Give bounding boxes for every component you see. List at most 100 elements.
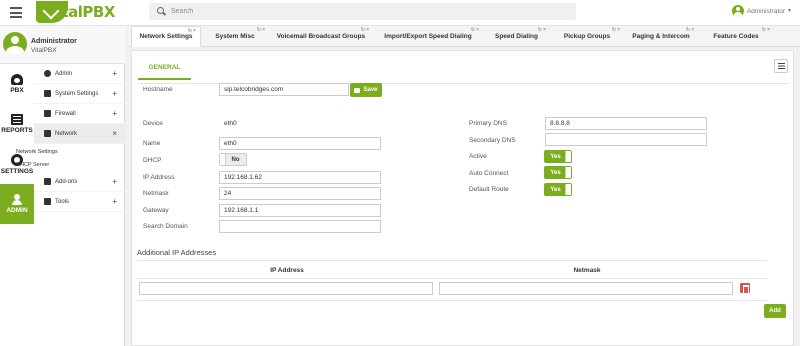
rail-item-pbx[interactable]: PBX: [0, 64, 34, 104]
submenu-child-network-settings[interactable]: Network Settings: [8, 145, 125, 158]
rail-item-reports[interactable]: REPORTS: [0, 104, 34, 144]
secondary-dns-input[interactable]: [545, 133, 707, 146]
user-name: Administrator: [746, 7, 786, 15]
additional-ip-input[interactable]: [139, 282, 433, 295]
active-toggle[interactable]: Yes: [544, 150, 572, 163]
submenu-item-system-settings[interactable]: System Settings +: [34, 84, 125, 104]
rail-label: ADMIN: [6, 207, 28, 214]
briefcase-icon: [44, 198, 51, 205]
hostname-label: Hostname: [143, 86, 173, 93]
tab-import-export-speed-dialing[interactable]: Import/Export Speed Dialing ↻×: [373, 26, 483, 47]
tab-voicemail-broadcast-groups[interactable]: Voicemail Broadcast Groups ↻×: [269, 26, 373, 47]
auto-connect-toggle[interactable]: Yes: [544, 166, 572, 179]
expand-icon: +: [112, 69, 117, 78]
save-label: Save: [363, 87, 378, 93]
puzzle-icon: [44, 178, 51, 185]
column-header-ip-address: IP Address: [270, 267, 304, 274]
collapse-icon[interactable]: ×: [112, 129, 117, 138]
submenu-label: Tools: [55, 198, 70, 205]
brand-logo[interactable]: VitalPBX: [36, 0, 115, 24]
lock-icon: [44, 110, 51, 117]
menu-icon[interactable]: [10, 7, 22, 18]
submenu-label: Firewall: [55, 110, 76, 117]
tab-close-icon[interactable]: ↻×: [612, 27, 621, 33]
tab-label: Import/Export Speed Dialing: [384, 33, 472, 40]
rail-label: PBX: [10, 87, 24, 94]
search-domain-input[interactable]: [219, 220, 381, 233]
rail-item-admin[interactable]: ADMIN: [0, 184, 34, 224]
divider: [137, 260, 767, 261]
network-icon: [44, 130, 51, 137]
sidebar: Administrator VitalPBX PBX REPORTS SETTI…: [0, 26, 125, 346]
expand-icon: +: [112, 109, 117, 118]
list-icon[interactable]: [774, 59, 788, 73]
save-button[interactable]: Save: [350, 83, 382, 97]
default-route-toggle[interactable]: Yes: [544, 183, 572, 196]
hostname-input[interactable]: [219, 83, 349, 96]
module-rail: PBX REPORTS SETTINGS ADMIN: [0, 64, 34, 224]
name-input[interactable]: [219, 137, 381, 150]
submenu-item-network[interactable]: Network ×: [34, 124, 125, 144]
search-bar: [149, 3, 576, 20]
submenu-item-add-ons[interactable]: Add-ons +: [34, 172, 125, 192]
device-value: eth0: [224, 120, 237, 127]
active-toggle-label: Yes: [550, 153, 561, 160]
tab-network-settings[interactable]: Network Settings ↻×: [131, 26, 201, 47]
active-label: Active: [469, 153, 487, 160]
search-input[interactable]: [171, 5, 561, 18]
tab-label: Speed Dialing: [495, 33, 538, 40]
tab-close-icon[interactable]: ↻×: [686, 27, 695, 33]
tab-system-misc[interactable]: System Misc ↻×: [201, 26, 269, 47]
auto-connect-label: Auto Connect: [469, 170, 509, 177]
trash-icon[interactable]: [740, 283, 750, 294]
monitor-icon: [44, 90, 51, 97]
divider: [137, 300, 767, 301]
network-children: Network Settings DHCP Server: [16, 144, 125, 172]
tab-feature-codes[interactable]: Feature Codes ↻×: [698, 26, 774, 47]
add-button[interactable]: Add: [764, 304, 786, 318]
user-icon: [44, 70, 51, 77]
expand-icon: +: [112, 197, 117, 206]
user-menu[interactable]: Administrator ▼: [731, 5, 792, 17]
tab-close-icon[interactable]: ↻×: [257, 27, 266, 33]
tab-close-icon[interactable]: ↻×: [361, 27, 370, 33]
top-bar: VitalPBX Administrator ▼: [0, 0, 800, 26]
additional-ips-title: Additional IP Addresses: [137, 248, 217, 257]
tab-general[interactable]: GENERAL: [138, 56, 191, 80]
tab-close-icon[interactable]: ↻×: [762, 27, 771, 33]
tab-close-icon[interactable]: ↻×: [538, 27, 547, 33]
tab-label: Voicemail Broadcast Groups: [276, 33, 366, 40]
profile-name: Administrator: [31, 38, 77, 45]
netmask-label: Netmask: [143, 190, 169, 197]
phone-icon: [11, 74, 23, 85]
tab-pickup-groups[interactable]: Pickup Groups ↻×: [550, 26, 624, 47]
column-header-netmask: Netmask: [573, 267, 601, 274]
dhcp-label: DHCP: [143, 157, 162, 164]
ip-address-input[interactable]: [219, 171, 381, 184]
submenu-item-tools[interactable]: Tools +: [34, 192, 125, 212]
search-domain-label: Search Domain: [143, 223, 188, 230]
reports-icon: [11, 114, 23, 125]
tab-label: Network Settings: [139, 33, 193, 40]
tab-speed-dialing[interactable]: Speed Dialing ↻×: [483, 26, 550, 47]
device-label: Device: [143, 120, 163, 127]
submenu-item-admin[interactable]: Admin +: [34, 64, 125, 84]
gateway-input[interactable]: [219, 204, 381, 217]
ip-address-label: IP Address: [143, 174, 175, 181]
tab-paging-intercom[interactable]: Paging & Intercom ↻×: [624, 26, 698, 47]
tab-close-icon[interactable]: ↻×: [188, 28, 197, 34]
auto-connect-toggle-label: Yes: [550, 169, 561, 176]
profile-org: VitalPBX: [31, 47, 57, 54]
submenu-item-firewall[interactable]: Firewall +: [34, 104, 125, 124]
dhcp-toggle[interactable]: No: [219, 153, 247, 166]
tab-close-icon[interactable]: ↻×: [471, 27, 480, 33]
expand-icon: +: [112, 89, 117, 98]
additional-netmask-input[interactable]: [439, 282, 733, 295]
submenu-child-dhcp-server[interactable]: DHCP Server: [8, 158, 125, 171]
primary-dns-input[interactable]: [545, 117, 707, 130]
submenu-label: System Settings: [55, 90, 99, 97]
default-route-toggle-label: Yes: [550, 186, 561, 193]
gateway-label: Gateway: [143, 207, 169, 214]
tab-label: Pickup Groups: [563, 33, 611, 40]
netmask-input[interactable]: [219, 187, 381, 200]
